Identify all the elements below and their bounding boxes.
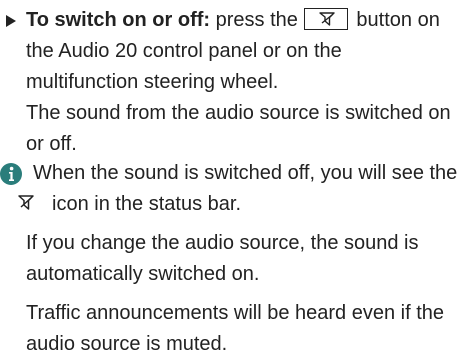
instruction-text: To switch on or off: press the button on… <box>26 5 458 160</box>
manual-page: To switch on or off: press the button on… <box>0 0 461 358</box>
mute-icon <box>319 12 335 26</box>
mute-icon <box>18 195 34 210</box>
note-status-text-after-icon: icon in the status bar. <box>52 193 242 215</box>
note-paragraph-source-change: If you change the audio source, the soun… <box>26 232 419 285</box>
note-status-text-before-icon: When the sound is switched off, you will… <box>33 162 458 184</box>
instruction-result: The sound from the audio source is switc… <box>26 102 451 155</box>
instruction-lead: To switch on or off: <box>26 9 211 31</box>
note-paragraph-traffic: Traffic announcements will be heard even… <box>26 302 445 355</box>
instruction-text-before-key: press the <box>210 9 298 31</box>
mute-button-key <box>303 8 348 30</box>
step-arrow-icon <box>6 15 16 27</box>
note-paragraph-status: When the sound is switched off, you will… <box>0 158 458 220</box>
